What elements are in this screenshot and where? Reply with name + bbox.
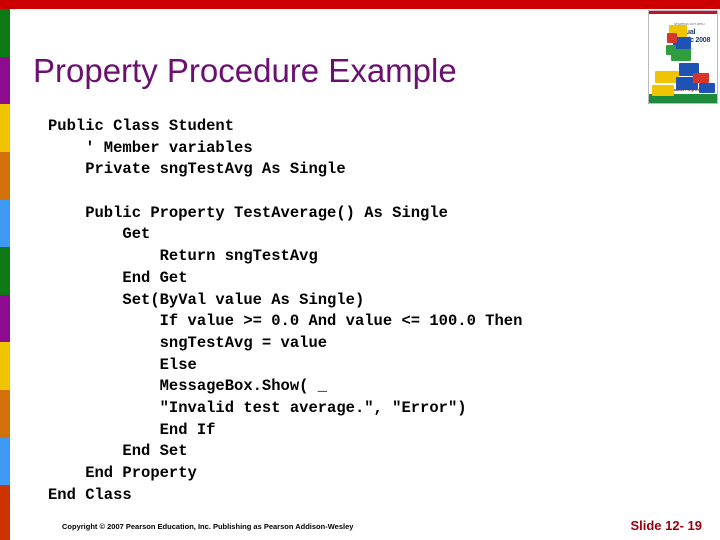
book-cover-top-rule: [649, 11, 717, 14]
stripe-band-6-purple: [0, 294, 10, 343]
page-title: Property Procedure Example: [33, 52, 457, 89]
code-line-18: End Class: [48, 485, 132, 504]
code-line-12: Else: [48, 355, 197, 374]
book-cover-image: STARTING OUT WITH Visual Basic 2008 Four…: [648, 10, 718, 104]
code-line-14: "Invalid test average.", "Error"): [48, 398, 467, 417]
book-cover-brick-10: [666, 45, 676, 55]
code-line-10: If value >= 0.0 And value <= 100.0 Then: [48, 312, 523, 331]
book-cover-brick-1: [652, 85, 674, 96]
left-color-stripe: [0, 9, 10, 540]
stripe-band-3-orange: [0, 151, 10, 200]
code-line-15: End If: [48, 420, 216, 439]
stripe-band-7-yellow: [0, 342, 10, 390]
footer-copyright: Copyright © 2007 Pearson Education, Inc.…: [62, 522, 354, 531]
stripe-band-8-orange: [0, 390, 10, 438]
code-block: Public Class Student ' Member variables …: [48, 116, 688, 506]
top-red-bar: [0, 0, 720, 9]
code-line-1: Public Class Student: [48, 117, 235, 135]
stripe-band-10-red: [0, 485, 10, 540]
stripe-band-1-purple: [0, 56, 10, 105]
code-line-9: Set(ByVal value As Single): [48, 290, 365, 309]
book-cover-brick-4: [693, 73, 709, 83]
code-line-11: sngTestAvg = value: [48, 333, 328, 352]
code-line-7: Return sngTestAvg: [48, 247, 318, 266]
book-cover-brick-5: [699, 83, 715, 93]
stripe-band-4-blue: [0, 199, 10, 248]
code-line-3: Private sngTestAvg As Single: [48, 160, 346, 179]
stripe-band-0-green: [0, 9, 10, 57]
code-line-6: Get: [48, 225, 151, 244]
book-cover-brick-9: [667, 33, 677, 43]
stripe-band-5-green: [0, 247, 10, 295]
slide-number-badge: Slide 12- 19: [630, 518, 702, 533]
code-line-5: Public Property TestAverage() As Single: [48, 203, 448, 222]
code-line-8: End Get: [48, 268, 188, 287]
slide-canvas: STARTING OUT WITH Visual Basic 2008 Four…: [0, 0, 720, 540]
stripe-band-2-yellow: [0, 104, 10, 152]
code-line-17: End Property: [48, 464, 197, 482]
book-cover-art: STARTING OUT WITH Visual Basic 2008 Four…: [649, 11, 717, 103]
code-line-2: ' Member variables: [48, 138, 253, 157]
stripe-band-9-blue: [0, 437, 10, 486]
code-line-16: End Set: [48, 442, 188, 461]
code-line-13: MessageBox.Show( _: [48, 377, 328, 396]
